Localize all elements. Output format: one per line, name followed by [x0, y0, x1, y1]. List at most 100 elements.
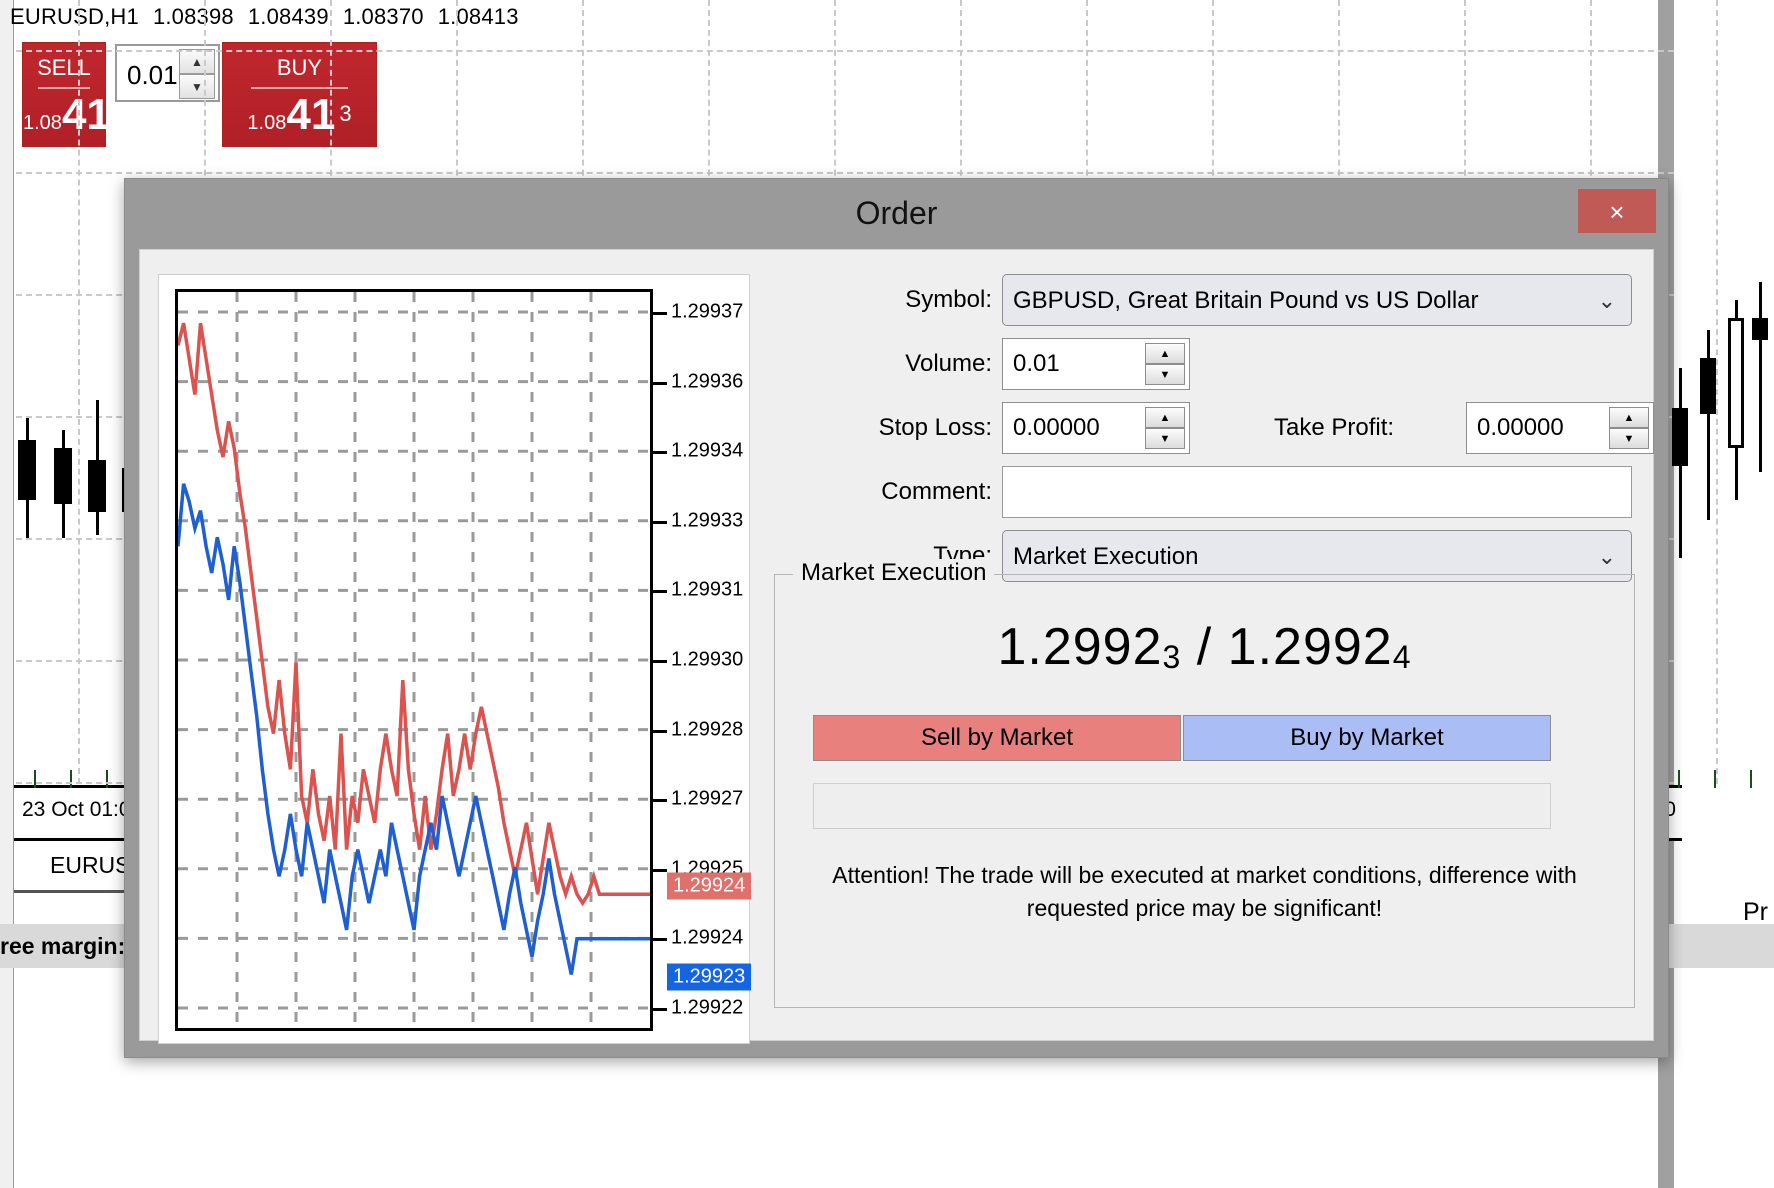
candlestick — [1752, 282, 1768, 472]
price-axis-tick — [653, 312, 667, 315]
take-profit-label: Take Profit: — [1274, 414, 1395, 441]
sell-by-market-button[interactable]: Sell by Market — [813, 715, 1181, 761]
sell-underline — [37, 87, 91, 89]
stop-loss-field[interactable]: ▲ ▼ — [1002, 402, 1190, 454]
stop-loss-label: Stop Loss: — [878, 414, 992, 441]
take-profit-control[interactable]: ▲ ▼ — [1466, 402, 1654, 460]
one-click-sell-label: SELL — [37, 55, 91, 80]
buy-by-market-button[interactable]: Buy by Market — [1183, 715, 1551, 761]
volume-field[interactable]: ▲ ▼ — [1002, 338, 1190, 390]
time-axis-tick — [1678, 770, 1680, 788]
symbol-select[interactable]: GBPUSD, Great Britain Pound vs US Dollar — [1002, 274, 1632, 326]
one-click-sell-button[interactable]: SELL 1.0841 3 — [22, 42, 127, 147]
volume-stepper-up-icon[interactable]: ▲ — [1145, 343, 1185, 364]
volume-input[interactable] — [1011, 339, 1131, 389]
stop-loss-control[interactable]: ▲ ▼ — [1002, 402, 1190, 460]
volume-stepper[interactable]: ▲ ▼ — [1145, 343, 1185, 385]
form-row-sl-tp: Stop Loss: ▲ ▼ Take Profit: — [766, 402, 1654, 454]
background-gridline-horizontal — [16, 50, 1674, 52]
tick-chart-plot — [175, 289, 653, 1031]
market-execution-legend: Market Execution — [793, 559, 995, 587]
stepper-up-icon[interactable]: ▲ — [179, 49, 215, 74]
ask-price-main: 1.2992 — [1227, 618, 1393, 676]
form-row-volume: Volume: ▲ ▼ — [766, 338, 1635, 390]
comment-input[interactable] — [1002, 466, 1632, 518]
comment-control[interactable] — [1002, 466, 1632, 518]
volume-control[interactable]: ▲ ▼ — [1002, 338, 1190, 396]
chart-ohlc-close: 1.08413 — [437, 4, 519, 29]
stop-loss-stepper[interactable]: ▲ ▼ — [1145, 407, 1185, 449]
free-margin-label: ree margin: — [0, 932, 126, 959]
tp-stepper-down-icon[interactable]: ▼ — [1609, 428, 1649, 449]
form-row-symbol: Symbol: GBPUSD, Great Britain Pound vs U… — [766, 274, 1635, 326]
chart-ohlc-high: 1.08439 — [247, 4, 329, 29]
ask-price-point: 4 — [1392, 639, 1412, 675]
one-click-volume-stepper[interactable]: ▲ ▼ — [179, 49, 215, 99]
tick-chart-panel: 1.29937 1.29936 1.29934 1.29933 1.29931 1.299… — [158, 274, 752, 1044]
background-gridline-vertical — [1716, 0, 1718, 784]
candlestick — [1672, 368, 1688, 558]
sell-price-pips: 41 — [61, 90, 111, 139]
price-axis-label: 1.29936 — [671, 370, 744, 393]
candlestick — [88, 400, 106, 535]
price-axis-label: 1.29927 — [671, 787, 744, 810]
close-icon[interactable]: × — [1578, 189, 1656, 233]
sl-stepper-up-icon[interactable]: ▲ — [1145, 407, 1185, 428]
price-axis-label: 1.29931 — [671, 578, 744, 601]
chart-symbol-timeframe: EURUSD,H1 — [10, 4, 139, 29]
tick-chart-price-axis: 1.29937 1.29936 1.29934 1.29933 1.29931 1.299… — [653, 289, 752, 1031]
price-axis-tick — [653, 590, 667, 594]
background-gridline-horizontal — [16, 172, 1674, 174]
price-axis-tick — [653, 868, 667, 872]
symbol-control[interactable]: GBPUSD, Great Britain Pound vs US Dollar… — [1002, 274, 1632, 326]
take-profit-input[interactable] — [1475, 403, 1595, 453]
price-axis-label: 1.29937 — [671, 300, 744, 323]
one-click-sell-price: 1.0841 3 — [23, 90, 127, 140]
buy-price-point: 3 — [339, 101, 352, 127]
one-click-buy-button[interactable]: BUY 1.0841 3 — [222, 42, 377, 147]
candlestick — [1728, 300, 1744, 500]
symbol-label: Symbol: — [905, 286, 992, 313]
take-profit-field[interactable]: ▲ ▼ — [1466, 402, 1654, 454]
stepper-down-icon[interactable]: ▼ — [179, 74, 215, 99]
bid-price-main: 1.2992 — [997, 618, 1163, 676]
stop-loss-input[interactable] — [1011, 403, 1131, 453]
sell-price-point: 3 — [114, 101, 128, 127]
price-axis-label: 1.29922 — [671, 996, 744, 1019]
price-axis-tick — [653, 1008, 667, 1011]
bid-price-point: 3 — [1162, 639, 1182, 675]
market-price-quote: 1.29923 / 1.29924 — [775, 617, 1634, 677]
order-form: Symbol: GBPUSD, Great Britain Pound vs U… — [766, 274, 1654, 1016]
volume-stepper-down-icon[interactable]: ▼ — [1145, 364, 1185, 385]
sl-stepper-down-icon[interactable]: ▼ — [1145, 428, 1185, 449]
buy-price-prefix: 1.08 — [247, 112, 287, 134]
dialog-body: 1.29937 1.29936 1.29934 1.29933 1.29931 1.299… — [139, 249, 1654, 1044]
price-axis-label: 1.29934 — [671, 439, 744, 462]
one-click-buy-price: 1.0841 3 — [223, 90, 376, 140]
volume-label: Volume: — [905, 350, 992, 377]
candlestick — [1700, 330, 1716, 520]
price-axis-label: 1.29928 — [671, 718, 744, 741]
execution-status-field — [813, 783, 1551, 829]
price-axis-tick — [653, 729, 667, 733]
price-axis-tick — [653, 660, 667, 663]
time-axis-tick — [106, 770, 108, 788]
price-axis-tick — [653, 451, 667, 455]
time-axis-tick — [34, 770, 36, 788]
chart-ohlc-low: 1.08370 — [342, 4, 424, 29]
current-bid-label: 1.29923 — [667, 963, 752, 991]
market-execution-group: Market Execution 1.29923 / 1.29924 Sell … — [774, 559, 1635, 1008]
price-axis-tick — [653, 520, 667, 524]
candlestick — [54, 430, 72, 538]
one-click-trading-panel[interactable]: SELL 1.0841 3 BUY 1.0841 3 0.01 ▲ ▼ — [22, 42, 377, 147]
price-axis-label: 1.29930 — [671, 648, 744, 671]
sell-price-prefix: 1.08 — [23, 112, 62, 134]
one-click-buy-label: BUY — [276, 55, 323, 80]
price-axis-tick — [653, 799, 667, 803]
time-axis-tick — [70, 770, 72, 788]
price-axis-label: 1.29924 — [671, 926, 744, 949]
tp-stepper-up-icon[interactable]: ▲ — [1609, 407, 1649, 428]
tick-chart-svg — [178, 292, 650, 1028]
take-profit-stepper[interactable]: ▲ ▼ — [1609, 407, 1649, 449]
current-ask-label: 1.29924 — [667, 872, 752, 900]
